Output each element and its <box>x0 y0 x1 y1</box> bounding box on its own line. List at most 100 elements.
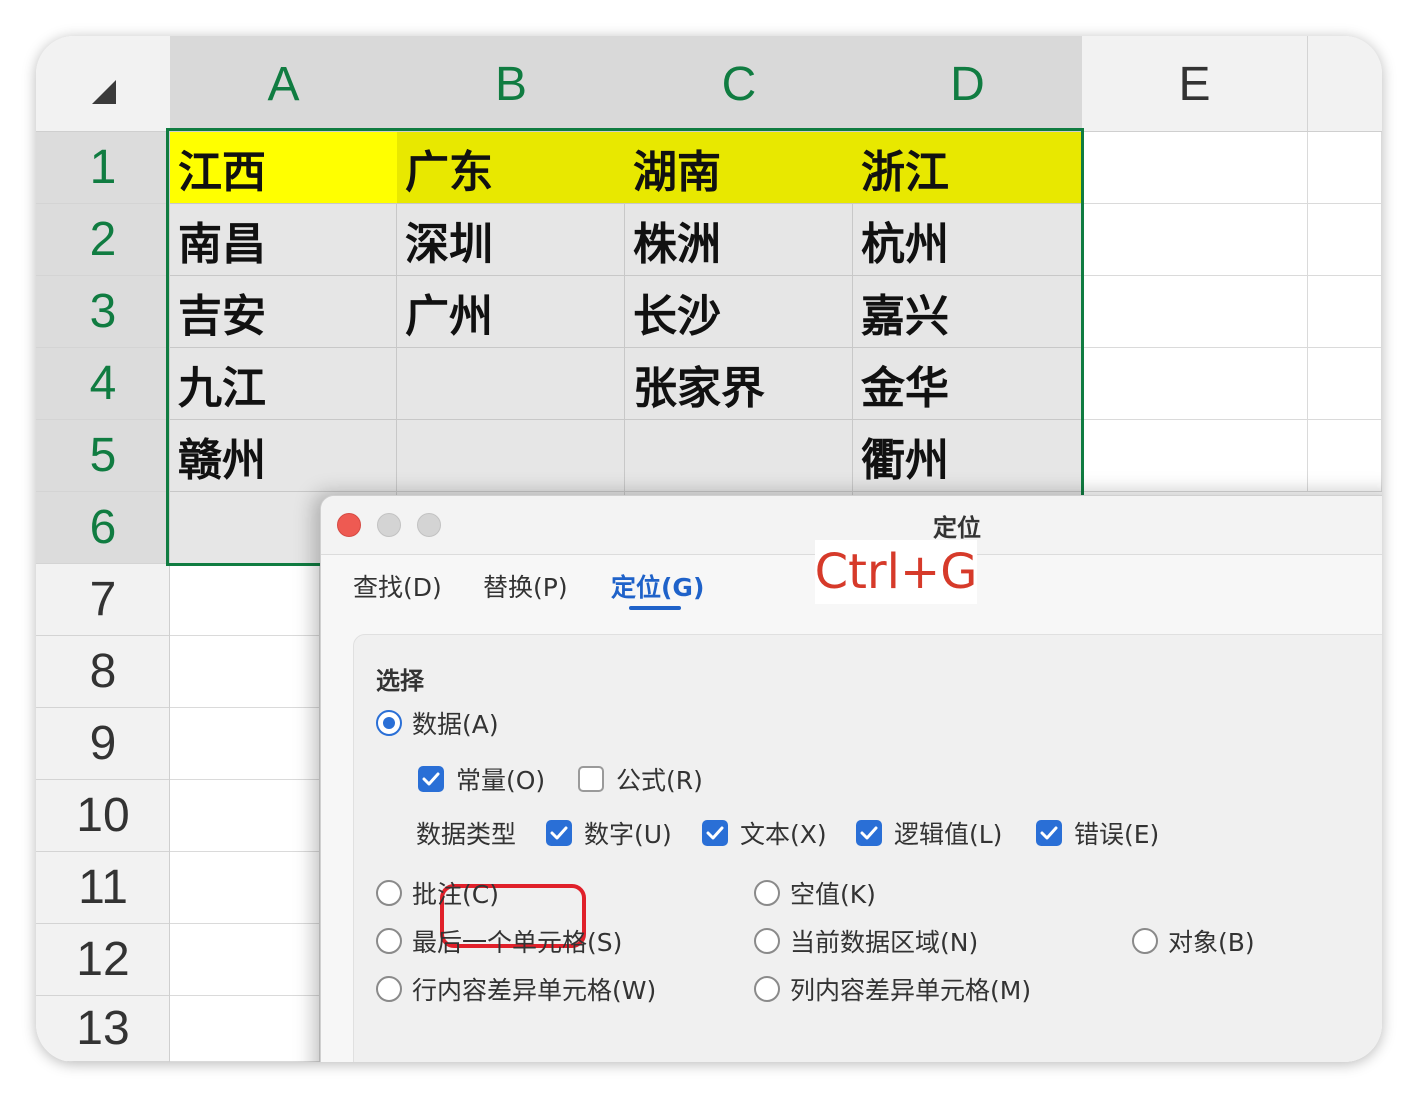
cell-b4[interactable] <box>397 348 625 420</box>
cell-a4[interactable]: 九江 <box>170 348 397 420</box>
option-object[interactable]: 对象(B) <box>1132 923 1255 959</box>
column-header-d[interactable]: D <box>853 36 1082 132</box>
cell-e1[interactable] <box>1082 132 1308 204</box>
row-header-3[interactable]: 3 <box>36 276 170 348</box>
radio-unchecked-icon <box>376 976 402 1002</box>
cell-f3[interactable] <box>1308 276 1382 348</box>
cell-a11[interactable] <box>170 852 320 924</box>
options-panel: 选择 数据(A) 常量(O) 公式(R) 数据类型 数字(U) 文本(X) 逻辑… <box>353 634 1382 1062</box>
cell-a1[interactable]: 江西 <box>170 132 397 204</box>
row-header-10[interactable]: 10 <box>36 780 170 852</box>
select-all-corner[interactable] <box>36 36 170 132</box>
row-header-8[interactable]: 8 <box>36 636 170 708</box>
cell-b1[interactable]: 广东 <box>397 132 625 204</box>
column-header-a[interactable]: A <box>170 36 397 132</box>
option-current-region-label: 当前数据区域(N) <box>790 928 979 957</box>
cell-c3[interactable]: 长沙 <box>625 276 853 348</box>
option-comment[interactable]: 批注(C) <box>376 875 499 911</box>
cell-e2[interactable] <box>1082 204 1308 276</box>
tab-goto[interactable]: 定位(G) <box>611 568 704 604</box>
cell-e3[interactable] <box>1082 276 1308 348</box>
column-header-f[interactable] <box>1308 36 1382 132</box>
option-formula-label: 公式(R) <box>616 766 703 795</box>
cell-a5[interactable]: 赣州 <box>170 420 397 492</box>
cell-f4[interactable] <box>1308 348 1382 420</box>
radio-unchecked-icon <box>754 928 780 954</box>
checkbox-checked-icon <box>856 820 882 846</box>
cell-a3[interactable]: 吉安 <box>170 276 397 348</box>
option-formula[interactable]: 公式(R) <box>578 761 703 797</box>
radio-unchecked-icon <box>754 976 780 1002</box>
row-header-12[interactable]: 12 <box>36 924 170 996</box>
radio-unchecked-icon <box>754 880 780 906</box>
checkbox-checked-icon <box>702 820 728 846</box>
cell-a9[interactable] <box>170 708 320 780</box>
option-data[interactable]: 数据(A) <box>376 705 499 741</box>
cell-a13[interactable] <box>170 996 320 1062</box>
radio-unchecked-icon <box>1132 928 1158 954</box>
close-button-icon[interactable] <box>337 513 361 537</box>
cell-a7[interactable] <box>170 564 320 636</box>
column-header-b[interactable]: B <box>397 36 625 132</box>
spreadsheet-window: A B C D E 1 2 3 4 5 6 7 8 9 10 11 12 13 … <box>36 36 1382 1062</box>
cell-d2[interactable]: 杭州 <box>853 204 1082 276</box>
row-header-2[interactable]: 2 <box>36 204 170 276</box>
option-blank[interactable]: 空值(K) <box>754 875 876 911</box>
cell-f2[interactable] <box>1308 204 1382 276</box>
data-type-label: 数据类型 <box>416 815 516 851</box>
shortcut-annotation: Ctrl+G <box>815 540 977 604</box>
data-type-label-text: 数据类型 <box>416 820 517 849</box>
row-header-11[interactable]: 11 <box>36 852 170 924</box>
row-header-13[interactable]: 13 <box>36 996 170 1062</box>
tab-find[interactable]: 查找(D) <box>353 568 442 604</box>
row-header-5[interactable]: 5 <box>36 420 170 492</box>
cell-b2[interactable]: 深圳 <box>397 204 625 276</box>
checkbox-checked-icon <box>418 766 444 792</box>
cell-d5[interactable]: 衢州 <box>853 420 1082 492</box>
tab-replace[interactable]: 替换(P) <box>483 568 568 604</box>
cell-c1[interactable]: 湖南 <box>625 132 853 204</box>
cell-a2[interactable]: 南昌 <box>170 204 397 276</box>
option-current-region[interactable]: 当前数据区域(N) <box>754 923 978 959</box>
option-row-diff[interactable]: 行内容差异单元格(W) <box>376 971 656 1007</box>
cell-a8[interactable] <box>170 636 320 708</box>
option-number[interactable]: 数字(U) <box>546 815 672 851</box>
minimize-button-icon[interactable] <box>377 513 401 537</box>
option-data-label: 数据(A) <box>412 710 499 739</box>
cell-c4[interactable]: 张家界 <box>625 348 853 420</box>
cell-b5[interactable] <box>397 420 625 492</box>
row-header-1[interactable]: 1 <box>36 132 170 204</box>
cell-e5[interactable] <box>1082 420 1308 492</box>
cell-a10[interactable] <box>170 780 320 852</box>
cell-a12[interactable] <box>170 924 320 996</box>
row-header-6[interactable]: 6 <box>36 492 170 564</box>
cell-b3[interactable]: 广州 <box>397 276 625 348</box>
option-blank-label: 空值(K) <box>790 880 876 909</box>
option-text[interactable]: 文本(X) <box>702 815 827 851</box>
option-col-diff-label: 列内容差异单元格(M) <box>790 976 1032 1005</box>
column-header-c[interactable]: C <box>625 36 853 132</box>
active-tab-indicator <box>629 606 681 610</box>
row-header-9[interactable]: 9 <box>36 708 170 780</box>
cell-c5[interactable] <box>625 420 853 492</box>
option-constant[interactable]: 常量(O) <box>418 761 545 797</box>
row-header-7[interactable]: 7 <box>36 564 170 636</box>
dialog-title: 定位 <box>933 514 981 542</box>
option-last-cell[interactable]: 最后一个单元格(S) <box>376 923 622 959</box>
column-header-e[interactable]: E <box>1082 36 1308 132</box>
select-all-triangle-icon <box>92 80 116 104</box>
cell-d1[interactable]: 浙江 <box>853 132 1082 204</box>
zoom-button-icon[interactable] <box>417 513 441 537</box>
option-number-label: 数字(U) <box>584 820 672 849</box>
option-logical[interactable]: 逻辑值(L) <box>856 815 1002 851</box>
cell-d4[interactable]: 金华 <box>853 348 1082 420</box>
cell-f1[interactable] <box>1308 132 1382 204</box>
cell-d3[interactable]: 嘉兴 <box>853 276 1082 348</box>
goto-dialog: 定位 查找(D) 替换(P) 定位(G) Ctrl+G 选择 数据(A) 常量(… <box>320 495 1382 1062</box>
cell-e4[interactable] <box>1082 348 1308 420</box>
cell-c2[interactable]: 株洲 <box>625 204 853 276</box>
option-col-diff[interactable]: 列内容差异单元格(M) <box>754 971 1031 1007</box>
option-error[interactable]: 错误(E) <box>1036 815 1159 851</box>
cell-f5[interactable] <box>1308 420 1382 492</box>
row-header-4[interactable]: 4 <box>36 348 170 420</box>
